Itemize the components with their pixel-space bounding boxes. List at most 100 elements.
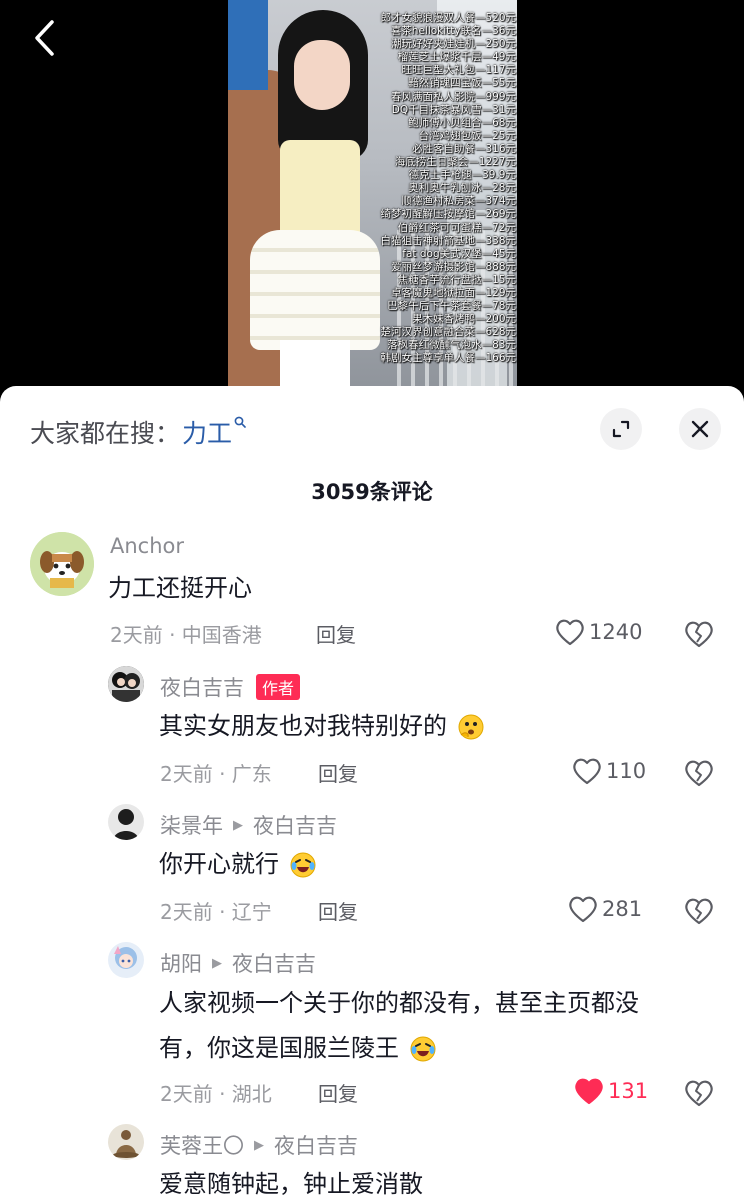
meditation-avatar-icon	[108, 1124, 144, 1160]
price-list-item: DQ千目抹茶暴风雪—31元	[391, 103, 516, 116]
price-list-item: 伯爵红茶可可蛋糕—72元	[397, 221, 516, 234]
avatar[interactable]	[108, 1124, 144, 1160]
price-list-item: 韩剧女主尊享单人餐—166元	[380, 352, 516, 365]
reply-arrow-icon: ▶	[254, 1137, 264, 1153]
reply-button[interactable]: 回复	[316, 619, 356, 648]
person-shirt	[228, 0, 268, 90]
price-list-item: 楚河汉界创意融合菜—628元	[380, 326, 516, 339]
search-icon	[234, 416, 246, 428]
like-count: 110	[606, 759, 647, 783]
reply-button[interactable]: 回复	[318, 1078, 358, 1107]
price-list-item: 必胜客自助餐—316元	[411, 142, 516, 155]
back-button[interactable]	[24, 18, 64, 58]
heart-icon	[556, 619, 584, 646]
broken-heart-icon	[685, 621, 713, 648]
comment-text: 爱意随钟起，钟止爱消散	[159, 1170, 423, 1198]
close-button[interactable]	[679, 408, 721, 450]
comment-text: 力工还挺开心	[108, 574, 252, 602]
price-list-item: 落枫春红微醺气泡水—83元	[387, 339, 516, 352]
expand-button[interactable]	[600, 408, 642, 450]
dog-avatar-icon	[30, 532, 94, 596]
reply-to-name[interactable]: 夜白吉吉	[253, 810, 337, 840]
anime-avatar-icon	[108, 942, 144, 978]
reply-to-name[interactable]: 夜白吉吉	[274, 1130, 358, 1160]
price-list-item: 旺旺巨型大礼包—117元	[401, 64, 516, 77]
crying-laughing-emoji-icon	[290, 852, 316, 878]
price-list-item: 白猫狙击神射箭基地—338元	[380, 234, 516, 247]
broken-heart-icon	[685, 1080, 713, 1107]
video-area[interactable]: 郎才女貌浪漫双人餐—520元 喜茶hellokitty联名—36元 潮玩好好夹娃娃机…	[0, 0, 744, 390]
price-list-overlay: 郎才女貌浪漫双人餐—520元 喜茶hellokitty联名—36元 潮玩好好夹娃娃机…	[316, 12, 516, 366]
like-button[interactable]: 1240	[555, 618, 642, 646]
video-player[interactable]: 郎才女貌浪漫双人餐—520元 喜茶hellokitty联名—36元 潮玩好好夹娃娃机…	[228, 0, 517, 390]
like-button[interactable]: 110	[572, 757, 646, 785]
price-list-item: 黯然销魂四宝饭—55元	[408, 77, 516, 90]
broken-heart-icon	[685, 898, 713, 925]
crying-laughing-emoji-icon	[410, 1036, 436, 1062]
comment-author[interactable]: Anchor	[110, 534, 184, 558]
comment-author[interactable]: 柒景年 ▶ 夜白吉吉	[160, 810, 337, 840]
price-list-item: 潮玩好好夹娃娃机—250元	[390, 38, 516, 51]
price-list-item: 德克士手枪腿—39.9元	[408, 169, 516, 182]
avatar[interactable]	[30, 532, 94, 596]
price-list-item: 台湾鸡翅包饭—25元	[418, 129, 516, 142]
search-prefix: 大家都在搜：	[30, 419, 181, 448]
price-list-item: 郎才女貌浪漫双人餐—520元	[380, 12, 516, 24]
author-badge: 作者	[256, 674, 301, 700]
price-list-item: 果木妹香烤鸭—200元	[411, 313, 516, 326]
reply-button[interactable]: 回复	[318, 758, 358, 787]
dislike-button[interactable]	[684, 759, 714, 791]
avatar[interactable]	[108, 942, 144, 978]
dislike-button[interactable]	[684, 1079, 714, 1111]
price-list-item: 爱丽丝梦游摄影馆—888元	[390, 260, 516, 273]
like-count: 131	[608, 1079, 649, 1103]
comment-meta: 2天前 · 辽宁	[160, 900, 272, 924]
price-list-item: 鲍师傅小贝组合—68元	[408, 116, 516, 129]
price-list-item: 卓客魔鬼地狱拉面—129元	[390, 286, 516, 299]
like-count: 1240	[589, 620, 643, 644]
comment-meta: 2天前 · 湖北	[160, 1082, 272, 1106]
like-count: 281	[602, 897, 643, 921]
price-list-item: 海底捞生日聚会—1227元	[394, 156, 516, 169]
reply-arrow-icon: ▶	[212, 955, 222, 971]
price-list-item: 顺德渔村私房菜—374元	[401, 195, 516, 208]
price-list-item: 喜茶hellokitty联名—36元	[390, 25, 516, 38]
like-button[interactable]: 131	[574, 1077, 648, 1105]
avatar[interactable]	[108, 804, 144, 840]
chevron-left-icon	[35, 20, 54, 56]
dislike-button[interactable]	[684, 620, 714, 652]
person-avatar-icon	[108, 804, 144, 840]
reply-to-name[interactable]: 夜白吉吉	[232, 948, 316, 978]
comment-text: 其实女朋友也对我特别好的	[159, 704, 485, 748]
price-list-item: 绮梦初醒解压按摩馆—269元	[380, 208, 516, 221]
heart-filled-icon	[575, 1078, 603, 1105]
like-button[interactable]: 281	[568, 895, 642, 923]
comment-sheet: 大家都在搜： 力工 3059条评论 Anchor 力工还挺开心 2天前 · 中国…	[0, 386, 744, 1200]
broken-heart-icon	[685, 760, 713, 787]
heart-icon	[569, 896, 597, 923]
comment-text: 你开心就行	[159, 842, 317, 886]
close-icon	[691, 420, 709, 438]
price-list-item: 春风满面私人影院—999元	[390, 90, 516, 103]
reply-button[interactable]: 回复	[318, 896, 358, 925]
comment-count: 3059条评论	[311, 480, 433, 504]
search-suggestion[interactable]: 大家都在搜： 力工	[30, 414, 246, 450]
price-list-item: fat dog美式汉堡—45元	[402, 247, 516, 260]
avatar[interactable]	[108, 666, 144, 702]
comment-text-line1: 人家视频一个关于你的都没有，甚至主页都没	[159, 989, 639, 1017]
search-term-link[interactable]: 力工	[182, 414, 232, 450]
comment-author[interactable]: 胡阳 ▶ 夜白吉吉	[160, 948, 316, 978]
price-list-item: 巴黎午后下午茶套餐—78元	[387, 300, 516, 313]
price-list-item: 榴莲芝士爆浆千层—49元	[397, 51, 516, 64]
comment-author[interactable]: 芙蓉王〇 ▶ 夜白吉吉	[160, 1130, 358, 1160]
comment-text-line2: 有，你这是国服兰陵王	[159, 1026, 437, 1070]
reply-arrow-icon: ▶	[233, 817, 243, 833]
comment-author[interactable]: 夜白吉吉 作者	[160, 672, 301, 702]
price-list-item: 奥利奥牛乳刨冰—28元	[408, 182, 516, 195]
dislike-button[interactable]	[684, 897, 714, 929]
thinking-emoji-icon	[458, 714, 484, 740]
comment-meta: 2天前 · 中国香港	[110, 623, 262, 647]
expand-icon	[612, 420, 630, 438]
price-list-item: 焦糖香芋流行盘挞—15元	[397, 273, 516, 286]
heart-icon	[573, 758, 601, 785]
